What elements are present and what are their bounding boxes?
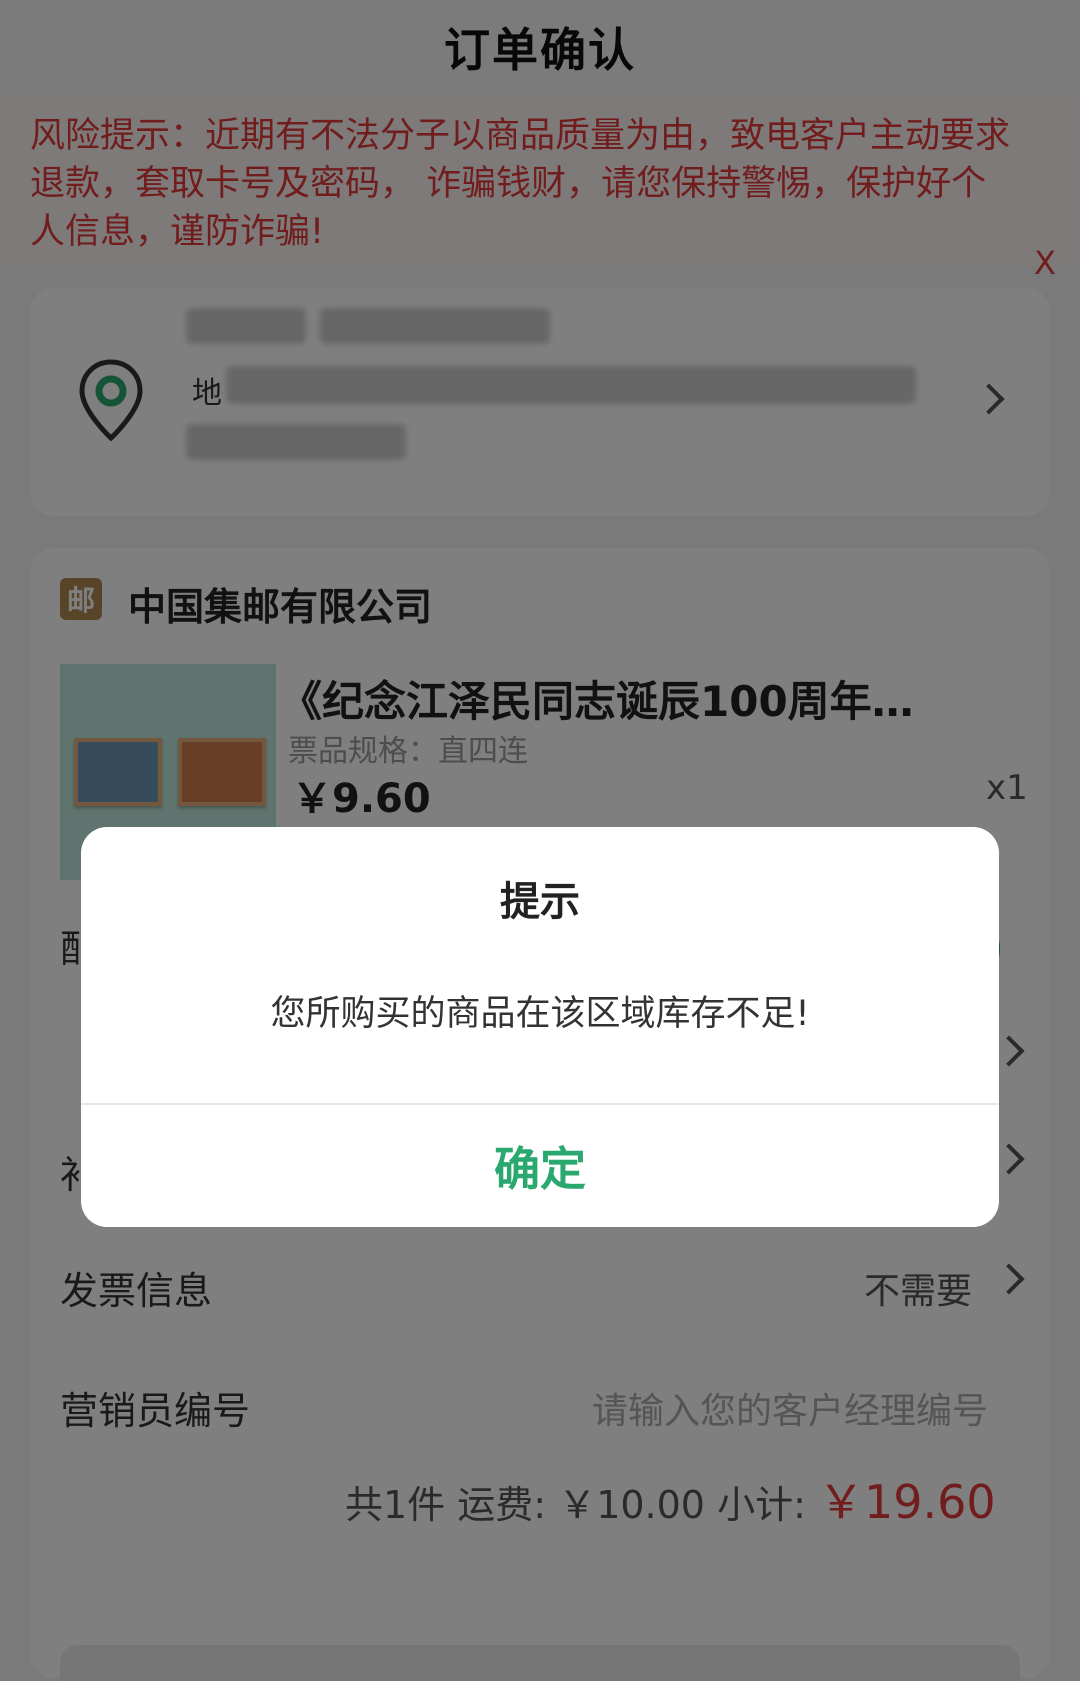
dialog-title: 提示 xyxy=(500,879,580,925)
alert-dialog: 提示 您所购买的商品在该区域库存不足! 确定 xyxy=(81,827,999,1227)
dialog-message: 您所购买的商品在该区域库存不足! xyxy=(270,994,810,1034)
confirm-button[interactable]: 确定 xyxy=(81,1105,999,1227)
